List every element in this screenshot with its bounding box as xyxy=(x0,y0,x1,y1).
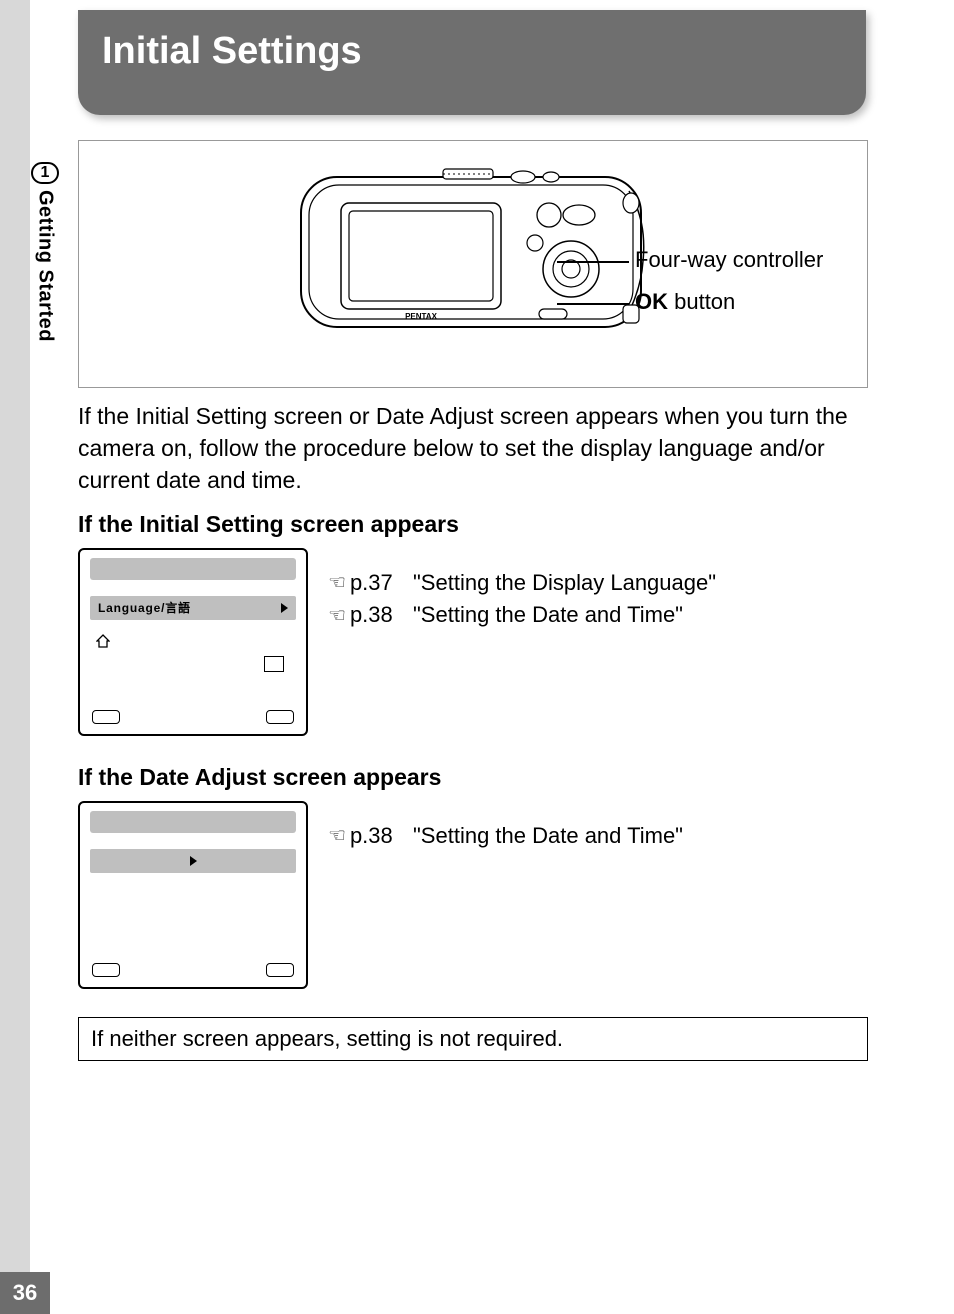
camera-illustration: PENTAX xyxy=(293,159,653,359)
section2-heading: If the Date Adjust screen appears xyxy=(78,764,868,791)
ref-item: ☞ p.38 "Setting the Date and Time" xyxy=(328,600,716,631)
soft-button-right xyxy=(266,710,294,724)
section1-row: Language/言語 ☞ p.37 "Setting the Display … xyxy=(78,548,868,736)
arrow-right-icon xyxy=(190,856,197,866)
content-area: PENTAX Four-way controller OK button If … xyxy=(78,140,868,1061)
language-row-label: Language/言語 xyxy=(98,599,191,616)
date-adjust-screen-mock xyxy=(78,801,308,989)
callout-four-way: Four-way controller xyxy=(635,247,823,273)
pointer-icon: ☞ xyxy=(328,569,346,597)
checkbox-icon xyxy=(264,656,284,672)
section2-row: ☞ p.38 "Setting the Date and Time" xyxy=(78,801,868,989)
callout-ok-button: OK button xyxy=(635,289,735,315)
ref-item: ☞ p.37 "Setting the Display Language" xyxy=(328,568,716,599)
soft-button-right xyxy=(266,963,294,977)
pointer-icon: ☞ xyxy=(328,822,346,850)
tab-label: Getting Started xyxy=(34,190,57,342)
section-tab: 1 Getting Started xyxy=(30,162,60,342)
pointer-icon: ☞ xyxy=(328,602,346,630)
left-rail xyxy=(0,0,30,1314)
svg-text:PENTAX: PENTAX xyxy=(405,312,438,321)
ref-item: ☞ p.38 "Setting the Date and Time" xyxy=(328,821,683,852)
page-number: 36 xyxy=(0,1272,50,1314)
page-title: Initial Settings xyxy=(78,10,866,115)
intro-paragraph: If the Initial Setting screen or Date Ad… xyxy=(78,400,868,497)
soft-button-left xyxy=(92,710,120,724)
initial-setting-screen-mock: Language/言語 xyxy=(78,548,308,736)
note-box: If neither screen appears, setting is no… xyxy=(78,1017,868,1061)
tab-number-badge: 1 xyxy=(31,162,59,184)
arrow-right-icon xyxy=(281,603,288,613)
section2-refs: ☞ p.38 "Setting the Date and Time" xyxy=(328,801,683,854)
soft-button-left xyxy=(92,963,120,977)
section1-heading: If the Initial Setting screen appears xyxy=(78,511,868,538)
camera-diagram: PENTAX Four-way controller OK button xyxy=(78,140,868,388)
section1-refs: ☞ p.37 "Setting the Display Language" ☞ … xyxy=(328,548,716,634)
home-icon xyxy=(96,634,110,648)
